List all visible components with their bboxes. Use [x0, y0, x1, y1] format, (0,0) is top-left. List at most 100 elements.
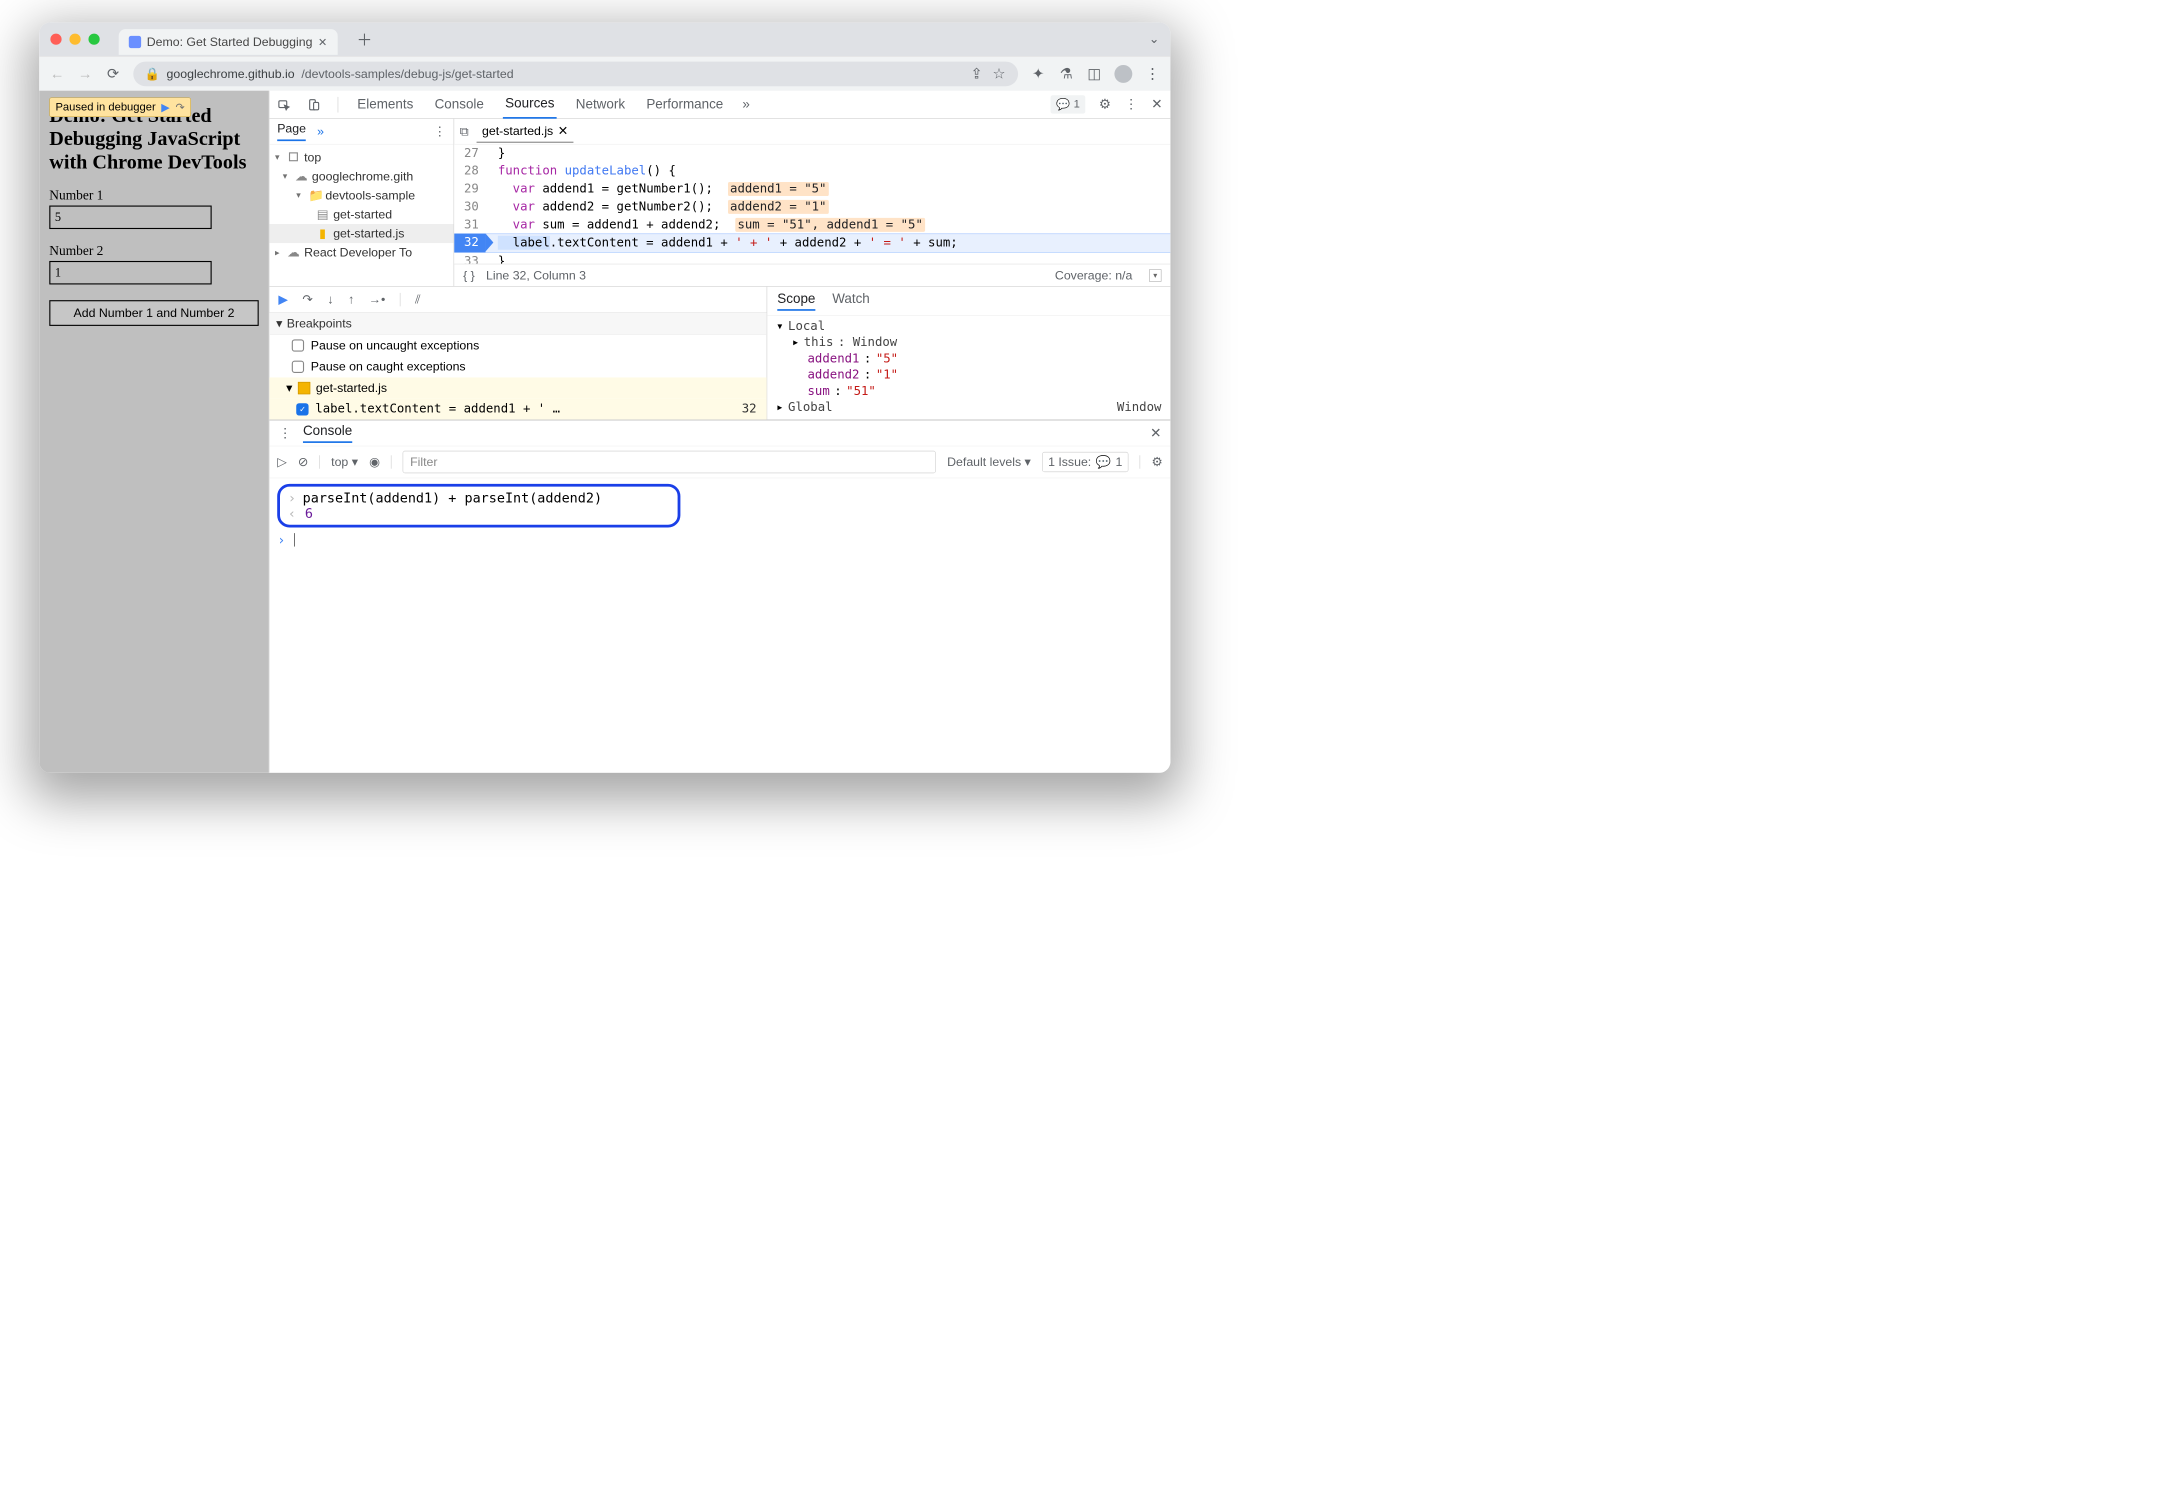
- page-content: Paused in debugger ▶ ↷ Demo: Get Started…: [39, 91, 269, 773]
- maximize-window-icon[interactable]: [88, 34, 99, 45]
- scope-this[interactable]: ▸this: Window: [767, 334, 1170, 350]
- step-out-button[interactable]: ↑: [348, 292, 354, 307]
- drawer-menu-icon[interactable]: ⋮: [278, 425, 291, 441]
- pause-caught-checkbox[interactable]: Pause on caught exceptions: [269, 356, 766, 377]
- execution-line: label.textContent = addend1 + ' + ' + ad…: [486, 234, 1171, 253]
- watch-tab[interactable]: Watch: [832, 291, 870, 311]
- debugger-toolbar: ▶ ↷ ↓ ↑ →• ⫽: [269, 287, 766, 313]
- navigator-more-icon[interactable]: »: [317, 124, 324, 139]
- number1-input[interactable]: [49, 206, 211, 230]
- console-filter-input[interactable]: Filter: [403, 451, 936, 473]
- add-numbers-button[interactable]: Add Number 1 and Number 2: [49, 300, 258, 326]
- chrome-menu-icon[interactable]: ⋮: [1145, 65, 1161, 82]
- step-button[interactable]: →•: [369, 292, 386, 307]
- scope-local[interactable]: ▾Local: [767, 318, 1170, 334]
- scope-var-addend1: addend1: "5": [767, 351, 1170, 367]
- editor-file-tab[interactable]: get-started.js✕: [476, 120, 573, 142]
- deactivate-breakpoints-button[interactable]: ⫽: [415, 292, 420, 307]
- console-issues-badge[interactable]: 1 Issue:💬1: [1042, 452, 1129, 472]
- context-selector[interactable]: top ▾: [331, 455, 358, 470]
- pause-uncaught-checkbox[interactable]: Pause on uncaught exceptions: [269, 335, 766, 356]
- js-file-icon: [298, 382, 310, 394]
- share-icon[interactable]: ⇪: [969, 65, 985, 82]
- log-levels-selector[interactable]: Default levels ▾: [947, 455, 1031, 470]
- tab-network[interactable]: Network: [574, 91, 628, 118]
- paused-text: Paused in debugger: [55, 101, 155, 114]
- number2-input[interactable]: [49, 261, 211, 285]
- sidepanel-icon[interactable]: ◫: [1086, 65, 1102, 82]
- clear-console-icon[interactable]: ⊘: [298, 455, 308, 470]
- step-mini-icon[interactable]: ↷: [176, 100, 185, 114]
- scope-var-sum: sum: "51": [767, 383, 1170, 399]
- close-tab-icon[interactable]: ✕: [318, 35, 327, 49]
- step-over-button[interactable]: ↷: [302, 292, 312, 307]
- profile-avatar[interactable]: [1114, 65, 1132, 83]
- navigator-page-tab[interactable]: Page: [277, 122, 306, 142]
- toggle-navigator-icon[interactable]: ⧉: [460, 124, 469, 139]
- issues-badge[interactable]: 💬1: [1051, 95, 1086, 113]
- console-drawer: ⋮ Console ✕ ▷ ⊘ top ▾ ◉ Filter Default l…: [269, 420, 1170, 553]
- close-drawer-icon[interactable]: ✕: [1150, 425, 1161, 441]
- forward-button[interactable]: →: [77, 65, 93, 82]
- breakpoint-item[interactable]: ✓label.textContent = addend1 + ' …32: [269, 399, 766, 420]
- address-bar[interactable]: 🔒 googlechrome.github.io/devtools-sample…: [133, 61, 1018, 86]
- console-output-line: ‹6: [288, 506, 670, 522]
- settings-icon[interactable]: ⚙: [1099, 96, 1111, 112]
- scope-global[interactable]: ▸GlobalWindow: [767, 399, 1170, 415]
- console-sidebar-icon[interactable]: ▷: [277, 455, 286, 470]
- breakpoint-checkbox[interactable]: ✓: [296, 403, 308, 415]
- pretty-print-icon[interactable]: { }: [463, 268, 475, 283]
- scope-tab[interactable]: Scope: [777, 291, 815, 311]
- inline-value: sum = "51", addend1 = "5": [735, 218, 925, 232]
- back-button[interactable]: ←: [49, 65, 65, 82]
- labs-icon[interactable]: ⚗: [1058, 65, 1074, 82]
- tree-file-js[interactable]: ▮get-started.js: [269, 224, 453, 243]
- device-toolbar-icon[interactable]: [307, 98, 320, 111]
- drawer-console-tab[interactable]: Console: [303, 423, 352, 443]
- tree-folder[interactable]: ▾📁devtools-sample: [269, 186, 453, 205]
- tab-elements[interactable]: Elements: [355, 91, 416, 118]
- more-tabs-icon[interactable]: »: [742, 97, 749, 113]
- step-into-button[interactable]: ↓: [327, 292, 333, 307]
- breakpoint-gutter[interactable]: 32: [454, 234, 485, 253]
- close-devtools-icon[interactable]: ✕: [1151, 96, 1162, 112]
- navigator-menu-icon[interactable]: ⋮: [433, 124, 445, 139]
- live-expression-icon[interactable]: ◉: [369, 455, 380, 470]
- devtools-menu-icon[interactable]: ⋮: [1124, 96, 1137, 112]
- inline-value: addend1 = "5": [728, 182, 829, 196]
- bookmark-icon[interactable]: ☆: [991, 65, 1007, 82]
- close-window-icon[interactable]: [50, 34, 61, 45]
- window-controls: [50, 34, 99, 45]
- browser-tab[interactable]: Demo: Get Started Debugging ✕: [119, 29, 338, 55]
- tree-top[interactable]: ▾top: [269, 148, 453, 167]
- resume-button[interactable]: ▶: [278, 292, 287, 307]
- close-file-icon[interactable]: ✕: [558, 123, 568, 138]
- tabs-menu-icon[interactable]: ⌄: [1149, 32, 1159, 47]
- breakpoints-section[interactable]: ▾Breakpoints: [269, 313, 766, 335]
- devtools-tab-bar: Elements Console Sources Network Perform…: [269, 91, 1170, 119]
- coverage-toggle-icon[interactable]: ▾: [1149, 269, 1161, 281]
- coverage-label: Coverage: n/a: [1055, 268, 1132, 283]
- paused-in-debugger-badge: Paused in debugger ▶ ↷: [49, 97, 191, 117]
- tab-performance[interactable]: Performance: [644, 91, 725, 118]
- minimize-window-icon[interactable]: [69, 34, 80, 45]
- tree-react-ext[interactable]: ▸☁React Developer To: [269, 243, 453, 262]
- cursor-position: Line 32, Column 3: [486, 268, 586, 283]
- devtools-panel: Elements Console Sources Network Perform…: [269, 91, 1171, 773]
- resume-mini-icon[interactable]: ▶: [161, 100, 170, 114]
- new-tab-button[interactable]: ＋: [357, 28, 373, 50]
- inspect-element-icon[interactable]: [277, 98, 290, 111]
- breakpoint-file-group[interactable]: ▾get-started.js: [269, 377, 766, 398]
- issue-icon: 💬: [1056, 97, 1070, 111]
- console-prompt[interactable]: ›: [277, 532, 1162, 548]
- reload-button[interactable]: ⟳: [105, 65, 121, 82]
- tab-sources[interactable]: Sources: [503, 90, 557, 119]
- sources-navigator: Page » ⋮ ▾top ▾☁googlechrome.gith ▾📁devt…: [269, 119, 454, 286]
- console-settings-icon[interactable]: ⚙: [1152, 455, 1163, 470]
- code-area[interactable]: 27} 28function updateLabel() { 29 var ad…: [454, 144, 1170, 263]
- tree-file-html[interactable]: ▤get-started: [269, 205, 453, 224]
- console-highlight: ›parseInt(addend1) + parseInt(addend2) ‹…: [277, 484, 680, 528]
- tab-console[interactable]: Console: [432, 91, 486, 118]
- extensions-icon[interactable]: ✦: [1030, 65, 1046, 82]
- tree-domain[interactable]: ▾☁googlechrome.gith: [269, 167, 453, 186]
